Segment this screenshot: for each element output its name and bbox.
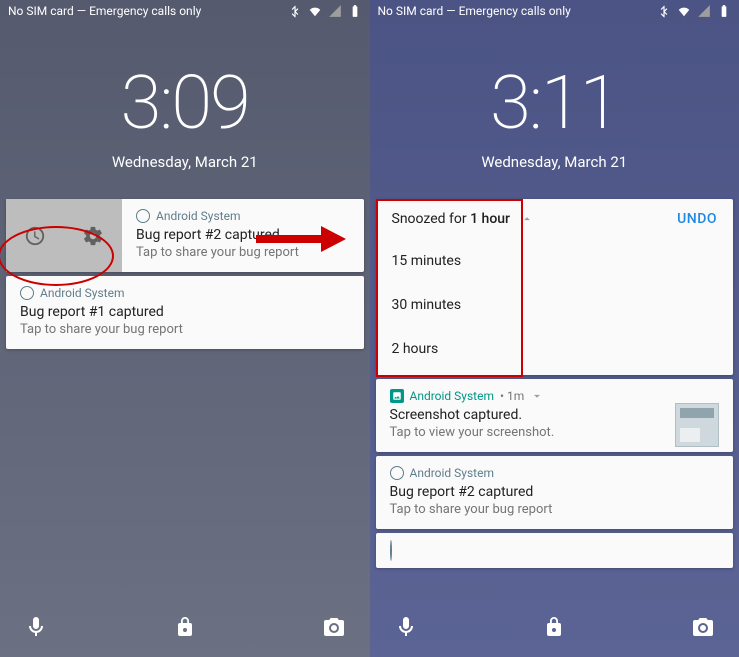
clock-date: Wednesday, March 21 [370,153,739,171]
app-name: Android System [410,466,495,480]
notification-title: Bug report #1 captured [20,304,350,320]
notification-subtitle: Tap to share your bug report [390,502,720,517]
app-dot-icon [390,466,404,480]
snooze-label-prefix: Snoozed for [392,211,471,227]
snooze-option-15m[interactable]: 15 minutes [376,239,734,283]
camera-icon[interactable] [691,615,715,639]
undo-button[interactable]: UNDO [677,211,717,227]
chevron-up-icon[interactable] [520,212,534,226]
notification-revealed[interactable]: Android System Bug report #2 captured Ta… [6,199,364,272]
phone-left: No SIM card — Emergency calls only 3:09 … [0,0,370,657]
mic-icon[interactable] [394,615,418,639]
mic-icon[interactable] [24,615,48,639]
clock-area: 3:09 Wednesday, March 21 [0,22,370,195]
clock-area: 3:11 Wednesday, March 21 [370,22,739,195]
snooze-label: Snoozed for 1 hour [392,211,534,227]
app-dot-icon [20,286,34,300]
reveal-actions [6,199,122,272]
bluetooth-icon [657,4,671,18]
notification-subtitle: Tap to share your bug report [20,322,350,337]
status-bar: No SIM card — Emergency calls only [0,0,370,22]
notification-body[interactable]: Android System Bug report #2 captured Ta… [122,199,364,272]
app-name: Android System [40,286,125,300]
clock-time: 3:09 [0,60,370,147]
status-bar: No SIM card — Emergency calls only [370,0,739,22]
app-dot-icon [390,540,392,561]
notification-title: Bug report #2 captured [390,484,720,500]
battery-icon [348,4,362,18]
lock-icon[interactable] [542,615,566,639]
status-icons [288,4,362,18]
battery-icon [717,4,731,18]
wifi-icon [677,4,691,18]
lockscreen-shortcuts [370,597,739,657]
clock-date: Wednesday, March 21 [0,153,370,171]
app-name: Android System [156,209,241,223]
lock-icon[interactable] [173,615,197,639]
status-text: No SIM card — Emergency calls only [8,4,201,18]
clock-time: 3:11 [370,60,739,147]
lockscreen-shortcuts [0,597,370,657]
camera-icon[interactable] [322,615,346,639]
notification-title: Screenshot captured. [390,407,720,423]
app-dot-icon [136,209,150,223]
bluetooth-icon [288,4,302,18]
notification-bug2[interactable]: Android System Bug report #2 captured Ta… [376,456,734,529]
notification-title: Bug report #2 captured [136,227,350,243]
chevron-down-icon[interactable] [530,389,544,403]
gear-icon[interactable] [82,225,104,247]
phone-right: No SIM card — Emergency calls only 3:11 … [370,0,739,657]
snooze-label-duration: 1 hour [470,211,510,227]
notification-bug1[interactable]: Android System Bug report #1 captured Ta… [6,276,364,349]
notification-time: • 1m [500,389,524,403]
notification-subtitle: Tap to share your bug report [136,245,350,260]
signal-icon [697,4,711,18]
image-icon [390,389,404,403]
snooze-option-2h[interactable]: 2 hours [376,327,734,371]
screenshot-thumbnail [675,403,719,447]
notification-screenshot[interactable]: Android System • 1m Screenshot captured.… [376,379,734,452]
notification-collapsed[interactable] [376,533,734,568]
snooze-option-30m[interactable]: 30 minutes [376,283,734,327]
status-icons [657,4,731,18]
signal-icon [328,4,342,18]
app-name: Android System [410,389,495,403]
status-text: No SIM card — Emergency calls only [378,4,571,18]
wifi-icon [308,4,322,18]
snooze-icon[interactable] [24,225,46,247]
snooze-panel: Snoozed for 1 hour UNDO 15 minutes 30 mi… [376,199,734,375]
notification-subtitle: Tap to view your screenshot. [390,425,720,440]
